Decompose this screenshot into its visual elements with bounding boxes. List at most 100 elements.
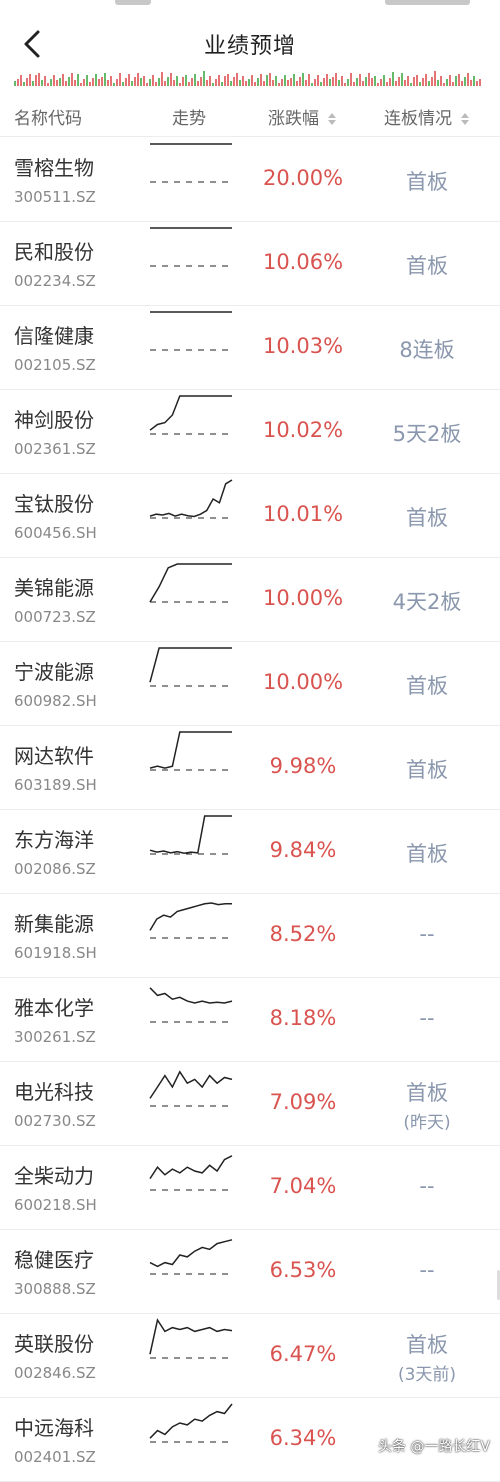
list-item[interactable]: 东方海洋 002086.SZ 9.84% 首板 — [0, 810, 500, 894]
list-item[interactable]: 美锦能源 000723.SZ 10.00% 4天2板 — [0, 558, 500, 642]
volume-bar — [23, 82, 25, 86]
list-item[interactable]: 信隆健康 002105.SZ 10.03% 8连板 — [0, 306, 500, 390]
volume-bar — [458, 74, 460, 86]
list-item[interactable]: 电光科技 002730.SZ 7.09% 首板 (昨天) — [0, 1062, 500, 1146]
list-item[interactable]: 雪榕生物 300511.SZ 20.00% 首板 — [0, 138, 500, 222]
volume-bar — [272, 80, 274, 86]
streak-cell: -- — [366, 922, 488, 946]
trend-sparkline — [150, 311, 232, 351]
col-change-header[interactable]: 涨跌幅 — [268, 104, 337, 129]
volume-bar — [380, 79, 382, 86]
volume-bar — [134, 77, 136, 86]
list-item[interactable]: 雅本化学 300261.SZ 8.18% -- — [0, 978, 500, 1062]
list-item[interactable]: 英联股份 002846.SZ 6.47% 首板 (3天前) — [0, 1314, 500, 1398]
price-line — [149, 563, 232, 603]
volume-bar — [413, 77, 415, 86]
list-item[interactable]: 网达软件 603189.SH 9.98% 首板 — [0, 726, 500, 810]
volume-bar — [65, 81, 67, 86]
volume-bar — [104, 73, 106, 86]
streak-label: 8连板 — [399, 338, 455, 362]
volume-bar — [44, 76, 46, 86]
trend-sparkline — [149, 479, 233, 519]
stock-name: 网达软件 — [14, 744, 94, 768]
stock-name: 电光科技 — [14, 1080, 94, 1104]
change-percent: 6.53% — [269, 1258, 337, 1282]
list-item[interactable]: 神剑股份 002361.SZ 10.02% 5天2板 — [0, 390, 500, 474]
volume-bar — [68, 77, 70, 86]
volume-bar — [143, 76, 145, 86]
streak-label: 首板 — [406, 674, 448, 698]
stock-code: 300888.SZ — [14, 1280, 96, 1298]
list-item[interactable]: 宝钛股份 600456.SH 10.01% 首板 — [0, 474, 500, 558]
list-item[interactable]: 稳健医疗 300888.SZ 6.53% -- — [0, 1230, 500, 1314]
volume-bar — [359, 74, 361, 86]
volume-bar — [341, 76, 343, 86]
change-percent: 6.34% — [269, 1426, 337, 1450]
stock-name: 全柴动力 — [14, 1164, 94, 1188]
streak-cell: -- — [366, 1258, 488, 1282]
volume-bar — [371, 78, 373, 86]
volume-bar — [338, 80, 340, 86]
volume-bar — [188, 82, 190, 86]
streak-cell: -- — [366, 1174, 488, 1198]
stock-name: 宁波能源 — [14, 660, 94, 684]
volume-bar — [392, 72, 394, 86]
streak-label: 首板 — [406, 758, 448, 782]
volume-strip — [14, 71, 481, 86]
volume-bar — [53, 75, 55, 86]
stock-list: 雪榕生物 300511.SZ 20.00% 首板 民和股份 002234.SZ … — [0, 138, 500, 1482]
trend-sparkline — [149, 395, 232, 435]
volume-bar — [254, 82, 256, 86]
volume-bar — [200, 77, 202, 86]
streak-cell: 首板 — [366, 670, 488, 700]
price-line — [149, 1318, 233, 1355]
stock-code: 300511.SZ — [14, 188, 96, 206]
volume-bar — [149, 79, 151, 86]
volume-bar — [266, 75, 268, 86]
volume-bar — [35, 75, 37, 86]
streak-cell: 首板 — [366, 838, 488, 868]
trend-sparkline — [149, 1239, 233, 1275]
volume-bar — [323, 78, 325, 86]
change-percent: 8.52% — [269, 922, 337, 946]
trend-sparkline — [150, 143, 232, 183]
streak-note: (3天前) — [397, 1365, 457, 1385]
stock-code: 002086.SZ — [14, 860, 96, 878]
list-item[interactable]: 新集能源 601918.SH 8.52% -- — [0, 894, 500, 978]
volume-bar — [152, 75, 154, 86]
volume-bar — [74, 80, 76, 86]
list-item[interactable]: 全柴动力 600218.SH 7.04% -- — [0, 1146, 500, 1230]
volume-bar — [62, 74, 64, 86]
volume-bar — [434, 71, 436, 86]
col-streak-header[interactable]: 连板情况 — [384, 104, 470, 129]
col-streak-label: 连板情况 — [384, 109, 452, 129]
volume-bar — [239, 80, 241, 86]
volume-bar — [398, 77, 400, 86]
stock-name: 英联股份 — [14, 1332, 94, 1356]
volume-bar — [203, 71, 205, 86]
volume-bar — [293, 74, 295, 86]
volume-bar — [89, 82, 91, 86]
volume-bar — [119, 73, 121, 86]
volume-bar — [302, 73, 304, 86]
volume-bar — [125, 78, 127, 86]
volume-bar — [80, 83, 82, 86]
list-item[interactable]: 民和股份 002234.SZ 10.06% 首板 — [0, 222, 500, 306]
price-line — [149, 1155, 233, 1180]
volume-bar — [194, 74, 196, 86]
volume-bar — [311, 83, 313, 86]
stock-name: 雅本化学 — [14, 996, 94, 1020]
volume-bar — [401, 73, 403, 86]
list-item[interactable]: 宁波能源 600982.SH 10.00% 首板 — [0, 642, 500, 726]
col-change-label: 涨跌幅 — [268, 109, 319, 129]
volume-bar — [212, 83, 214, 86]
streak-label: 首板 — [406, 1081, 448, 1105]
volume-bar — [452, 82, 454, 86]
change-percent: 10.00% — [262, 670, 344, 694]
trend-sparkline — [149, 987, 233, 1023]
streak-label: 4天2板 — [392, 590, 462, 614]
streak-cell: 5天2板 — [366, 418, 488, 448]
volume-bar — [350, 73, 352, 86]
volume-bar — [59, 78, 61, 86]
volume-bar — [230, 81, 232, 86]
